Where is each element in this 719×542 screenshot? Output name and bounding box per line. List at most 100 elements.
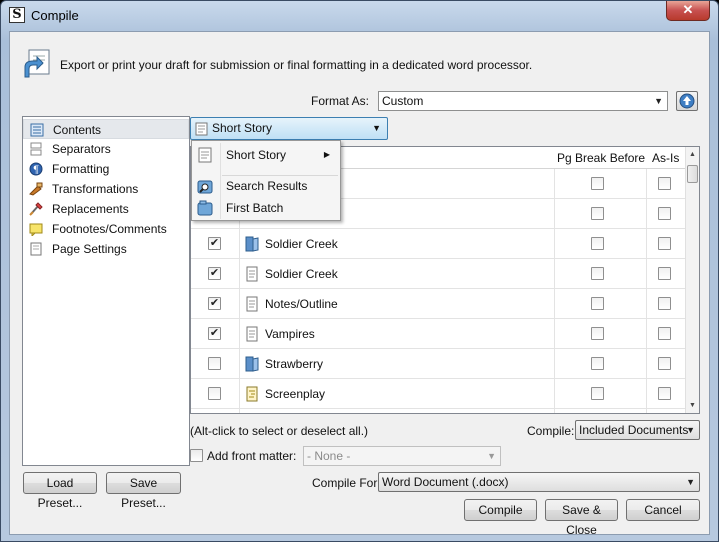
sidebar-item-footnotes-comments[interactable]: Footnotes/Comments	[23, 219, 189, 239]
compile-for-select[interactable]: Word Document (.docx) ▼	[378, 472, 700, 492]
format-as-select[interactable]: Custom ▼	[378, 91, 668, 111]
compile-scope-label: Compile:	[527, 424, 575, 438]
table-row[interactable]: Strawberry	[191, 349, 687, 379]
content-source-menu: Short Story ▶ Search Results First Batch	[191, 140, 341, 221]
formatting-icon: ¶	[29, 162, 43, 176]
arrow-up-icon	[679, 93, 695, 109]
separators-icon	[30, 142, 42, 156]
sidebar-item-label: Transformations	[52, 182, 139, 196]
sidebar-item-separators[interactable]: Separators	[23, 139, 189, 159]
add-front-matter-checkbox[interactable]	[190, 449, 203, 462]
transformations-icon	[29, 182, 43, 196]
load-preset-button[interactable]: Load Preset...	[23, 472, 97, 510]
menu-item-first-batch[interactable]: First Batch	[192, 197, 340, 219]
as-is-checkbox[interactable]	[658, 207, 671, 220]
as-is-checkbox[interactable]	[658, 327, 671, 340]
as-is-checkbox[interactable]	[658, 297, 671, 310]
select-hint: (Alt-click to select or deselect all.)	[190, 424, 369, 438]
row-title: Vampires	[265, 327, 315, 341]
menu-item-label: First Batch	[226, 201, 284, 215]
scroll-up-icon[interactable]: ▲	[689, 151, 696, 158]
include-checkbox[interactable]: ✔	[208, 327, 221, 340]
content-source-value: Short Story	[212, 121, 273, 135]
save-preset-button[interactable]: Save Preset...	[106, 472, 181, 510]
page-settings-icon	[30, 242, 42, 256]
pg-break-checkbox[interactable]	[591, 207, 604, 220]
as-is-checkbox[interactable]	[658, 267, 671, 280]
as-is-checkbox[interactable]	[658, 357, 671, 370]
table-row[interactable]: ✔ Soldier Creek	[191, 259, 687, 289]
include-checkbox[interactable]: ✔	[208, 297, 221, 310]
contents-icon	[30, 123, 44, 137]
close-window-button[interactable]: ✕	[666, 1, 710, 21]
options-sidebar: Contents Separators ¶ Formatting Transfo…	[22, 116, 190, 466]
title-bar[interactable]: S Compile ✕	[1, 1, 718, 31]
pg-break-checkbox[interactable]	[591, 297, 604, 310]
document-icon	[198, 147, 212, 163]
row-title: Soldier Creek	[265, 267, 338, 281]
front-matter-select[interactable]: - None - ▼	[303, 446, 501, 466]
chevron-down-icon: ▼	[487, 451, 496, 461]
sidebar-item-label: Replacements	[52, 202, 129, 216]
table-row[interactable]: ✔ Vampires	[191, 319, 687, 349]
table-row[interactable]: ✔ Notes/Outline	[191, 289, 687, 319]
as-is-checkbox[interactable]	[658, 387, 671, 400]
scrollbar-thumb[interactable]	[687, 165, 698, 183]
sidebar-item-replacements[interactable]: Replacements	[23, 199, 189, 219]
chevron-down-icon: ▼	[686, 425, 695, 435]
content-source-select[interactable]: Short Story ▼	[190, 117, 388, 140]
include-checkbox[interactable]: ✔	[208, 267, 221, 280]
sidebar-item-transformations[interactable]: Transformations	[23, 179, 189, 199]
include-checkbox[interactable]	[208, 387, 221, 400]
chevron-down-icon: ▼	[372, 123, 381, 133]
chevron-down-icon: ▼	[654, 96, 663, 106]
sidebar-item-page-settings[interactable]: Page Settings	[23, 239, 189, 259]
sidebar-item-formatting[interactable]: ¶ Formatting	[23, 159, 189, 179]
sidebar-item-label: Formatting	[52, 162, 110, 176]
menu-item-label: Search Results	[226, 179, 308, 193]
compile-scope-value: Included Documents	[579, 423, 689, 437]
search-collection-icon	[197, 180, 213, 194]
header-description: Export or print your draft for submissio…	[60, 58, 533, 72]
sidebar-item-label: Page Settings	[52, 242, 127, 256]
collection-icon	[197, 200, 213, 216]
pg-break-checkbox[interactable]	[591, 327, 604, 340]
table-row[interactable]: Screenplay	[191, 379, 687, 409]
include-checkbox[interactable]: ✔	[208, 237, 221, 250]
pg-break-checkbox[interactable]	[591, 177, 604, 190]
menu-item-search-results[interactable]: Search Results	[192, 175, 340, 197]
row-title: Screenplay	[265, 387, 326, 401]
include-checkbox[interactable]	[208, 357, 221, 370]
as-is-checkbox[interactable]	[658, 177, 671, 190]
compile-for-label: Compile For:	[312, 476, 381, 490]
export-document-icon	[24, 49, 50, 78]
screenplay-icon	[245, 386, 259, 402]
pg-break-checkbox[interactable]	[591, 387, 604, 400]
cancel-button[interactable]: Cancel	[626, 499, 700, 521]
pg-break-checkbox[interactable]	[591, 237, 604, 250]
sidebar-item-label: Separators	[52, 142, 111, 156]
expand-options-button[interactable]	[676, 91, 698, 111]
as-is-column-header[interactable]: As-Is	[652, 147, 679, 169]
sidebar-item-contents[interactable]: Contents	[23, 119, 189, 139]
compile-for-value: Word Document (.docx)	[382, 475, 509, 489]
folder-icon	[245, 236, 259, 252]
pg-break-checkbox[interactable]	[591, 357, 604, 370]
save-close-button[interactable]: Save & Close	[545, 499, 618, 537]
menu-item-short-story[interactable]: Short Story ▶	[192, 144, 340, 166]
scroll-down-icon[interactable]: ▼	[689, 402, 696, 409]
sidebar-item-label: Contents	[53, 123, 102, 137]
table-row[interactable]: ✔ Soldier Creek	[191, 229, 687, 259]
submenu-arrow-icon: ▶	[323, 150, 330, 159]
sidebar-item-label: Footnotes/Comments	[52, 222, 167, 236]
table-scrollbar[interactable]: ▲ ▼	[685, 147, 699, 413]
row-title: Strawberry	[265, 357, 324, 371]
pg-break-column-header[interactable]: Pg Break Before	[557, 147, 645, 169]
as-is-checkbox[interactable]	[658, 237, 671, 250]
format-as-value: Custom	[382, 94, 424, 108]
footnotes-icon	[29, 223, 43, 236]
format-as-label: Format As:	[311, 94, 370, 108]
pg-break-checkbox[interactable]	[591, 267, 604, 280]
compile-scope-select[interactable]: Included Documents ▼	[575, 420, 700, 440]
compile-button[interactable]: Compile	[464, 499, 537, 521]
